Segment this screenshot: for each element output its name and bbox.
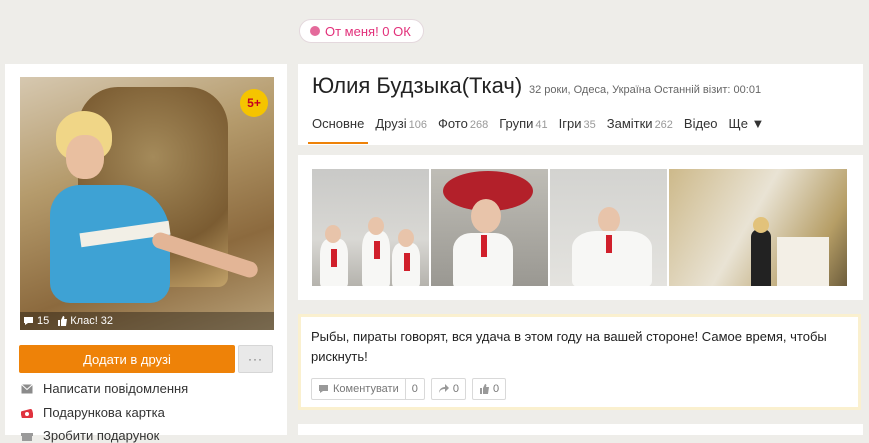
tab-count: 262 — [654, 119, 673, 131]
status-post: Рыбы, пираты говорят, вся удача в этом г… — [298, 314, 861, 410]
comment-icon — [319, 385, 328, 393]
gift-pill-label: От меня! 0 ОК — [325, 23, 411, 39]
gift-icon — [21, 432, 33, 441]
add-friend-button[interactable]: Додати в друзі — [19, 345, 235, 373]
status-text: Рыбы, пираты говорят, вся удача в этом г… — [311, 329, 827, 364]
status-actions: Коментувати 0 0 0 — [311, 378, 507, 400]
photo-strip — [298, 155, 863, 300]
tab-label: Ігри — [558, 116, 582, 131]
tab-label: Замітки — [606, 116, 653, 131]
comments-count: 15 — [37, 315, 50, 327]
tab-main[interactable]: Основне — [307, 116, 369, 144]
likes-stat[interactable]: Клас! 32 — [57, 315, 113, 327]
share-count: 0 — [452, 383, 459, 395]
like-button[interactable]: 0 — [471, 378, 507, 400]
profile-meta: 32 роки, Одеса, Україна Останній візит: … — [529, 84, 762, 96]
thumbs-up-icon — [58, 316, 68, 326]
comment-button[interactable]: Коментувати 0 — [311, 378, 425, 400]
comment-label: Коментувати — [333, 383, 399, 395]
tab-count: 106 — [408, 119, 427, 131]
tab-count: 268 — [469, 119, 489, 131]
comment-icon — [24, 317, 33, 325]
like-count: 0 — [492, 383, 500, 395]
profile-sidebar: 5+ 15 Клас! 32 Додати в друзі ··· Написа… — [5, 64, 287, 443]
photo-thumbnail[interactable] — [669, 169, 847, 286]
more-button[interactable]: ··· — [238, 345, 273, 373]
avatar-face — [66, 135, 104, 179]
make-gift-link[interactable]: Зробити подарунок — [21, 428, 159, 443]
profile-header: Юлия Будзыка(Ткач) 32 роки, Одеса, Украї… — [298, 64, 863, 145]
tab-groups[interactable]: Групи 41 — [499, 116, 547, 131]
tab-count: 35 — [583, 119, 596, 131]
share-icon — [438, 384, 449, 393]
send-message-label: Написати повідомлення — [43, 381, 189, 396]
tab-friends[interactable]: Друзі 106 — [375, 116, 427, 131]
age-badge: 5+ — [240, 89, 268, 117]
feed-card-next — [298, 424, 863, 435]
photo-thumbnail[interactable] — [550, 169, 667, 286]
tab-photos[interactable]: Фото 268 — [438, 116, 488, 131]
envelope-icon — [21, 383, 33, 393]
avatar[interactable]: 5+ 15 Клас! 32 — [20, 77, 274, 330]
gift-icon — [310, 26, 320, 36]
likes-label: Клас! 32 — [70, 315, 114, 327]
tab-notes[interactable]: Замітки 262 — [607, 116, 673, 131]
gift-card-label: Подарункова картка — [43, 405, 165, 420]
comment-count: 0 — [404, 379, 424, 399]
gift-card-icon — [21, 408, 33, 418]
gift-pill-button[interactable]: От меня! 0 ОК — [299, 19, 424, 43]
share-button[interactable]: 0 — [430, 378, 466, 400]
photo-thumbnail[interactable] — [431, 169, 548, 286]
photo-thumbnail[interactable] — [312, 169, 429, 286]
profile-nav: Основне Друзі 106 Фото 268 Групи 41 Ігри 35 … — [307, 116, 775, 144]
tab-label: Ще ▼ — [728, 116, 765, 131]
tab-video[interactable]: Відео — [684, 116, 718, 131]
make-gift-label: Зробити подарунок — [43, 428, 160, 443]
tab-games[interactable]: Ігри 35 — [559, 116, 596, 131]
tab-label: Фото — [437, 116, 468, 131]
comments-stat[interactable]: 15 — [23, 315, 49, 327]
gift-card-link[interactable]: Подарункова картка — [21, 405, 165, 420]
thumbs-up-icon — [479, 384, 489, 394]
avatar-stats: 15 Клас! 32 — [20, 312, 274, 330]
tab-label: Основне — [312, 116, 365, 131]
send-message-link[interactable]: Написати повідомлення — [21, 381, 188, 396]
tab-label: Групи — [499, 116, 534, 131]
tab-count: 41 — [535, 119, 548, 131]
tab-label: Друзі — [375, 116, 407, 131]
tab-label: Відео — [683, 116, 718, 131]
profile-name: Юлия Будзыка(Ткач) — [312, 73, 523, 98]
tab-more[interactable]: Ще ▼ — [729, 116, 765, 131]
